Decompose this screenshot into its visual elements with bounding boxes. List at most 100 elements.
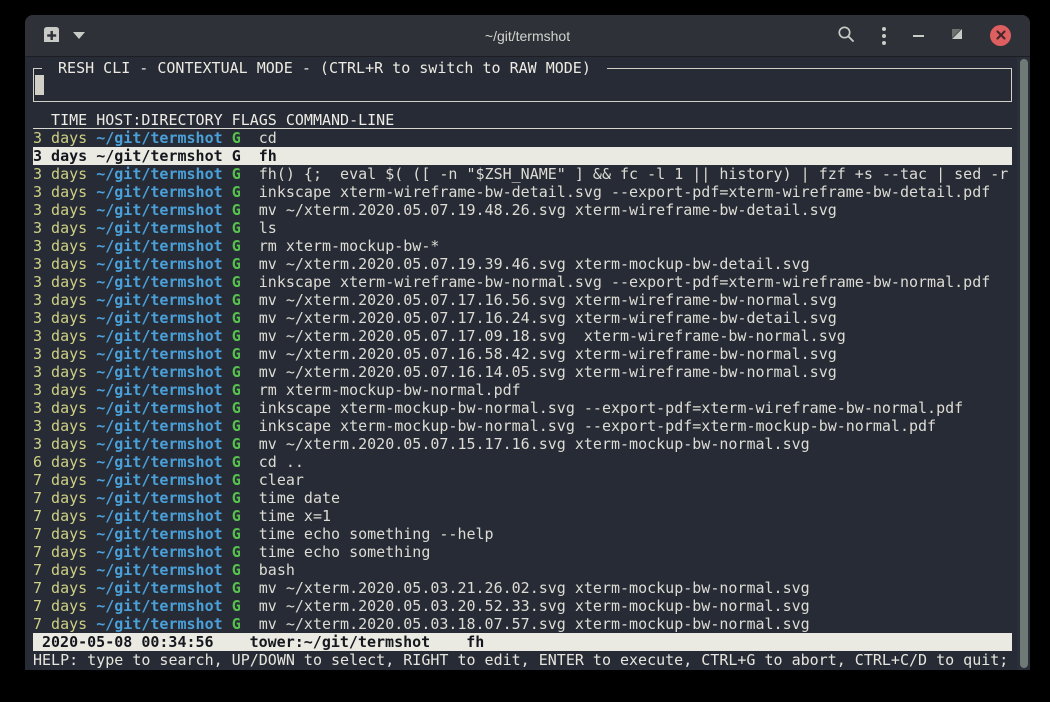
history-row: 3 days ~/git/termshot G rm xterm-mockup-… [33, 237, 1012, 255]
row-time: 3 days [33, 219, 87, 237]
row-directory: ~/git/termshot [96, 489, 222, 507]
close-x-icon [996, 28, 1006, 43]
row-time: 7 days [33, 543, 87, 561]
row-flags: G [232, 201, 241, 219]
row-command: ls [259, 219, 277, 237]
history-row: 7 days ~/git/termshot G mv ~/xterm.2020.… [33, 597, 1012, 615]
minimize-icon [913, 35, 924, 37]
row-flags: G [232, 165, 241, 183]
row-time: 3 days [33, 129, 87, 147]
restore-button[interactable] [951, 28, 963, 43]
row-flags: G [232, 363, 241, 381]
row-command: mv ~/xterm.2020.05.07.15.17.16.svg xterm… [259, 435, 810, 453]
history-row: 7 days ~/git/termshot G time x=1 [33, 507, 1012, 525]
row-time: 7 days [33, 615, 87, 633]
menu-button[interactable] [882, 27, 886, 45]
row-flags: G [232, 597, 241, 615]
row-command: fh [259, 147, 277, 165]
search-panel-title: RESH CLI - CONTEXTUAL MODE - (CTRL+R to … [42, 59, 607, 77]
history-row: 7 days ~/git/termshot G bash [33, 561, 1012, 579]
close-button[interactable] [990, 25, 1011, 46]
row-time: 3 days [33, 201, 87, 219]
row-flags: G [232, 237, 241, 255]
row-time: 3 days [33, 147, 87, 165]
row-directory: ~/git/termshot [96, 165, 222, 183]
row-flags: G [232, 615, 241, 633]
row-time: 7 days [33, 489, 87, 507]
row-command: clear [259, 471, 304, 489]
scrollbar-thumb[interactable] [1020, 59, 1028, 668]
chevron-down-icon [73, 32, 85, 39]
row-command: mv ~/xterm.2020.05.03.20.52.33.svg xterm… [259, 597, 810, 615]
row-directory: ~/git/termshot [96, 291, 222, 309]
row-directory: ~/git/termshot [96, 201, 222, 219]
row-flags: G [232, 255, 241, 273]
row-directory: ~/git/termshot [96, 129, 222, 147]
history-row: 3 days ~/git/termshot G fh() {; eval $( … [33, 165, 1012, 183]
row-command: inkscape xterm-wireframe-bw-detail.svg -… [259, 183, 991, 201]
row-time: 3 days [33, 183, 87, 201]
row-command: mv ~/xterm.2020.05.07.19.39.46.svg xterm… [259, 255, 810, 273]
row-time: 3 days [33, 417, 87, 435]
history-row: 3 days ~/git/termshot G ls [33, 219, 1012, 237]
row-time: 3 days [33, 273, 87, 291]
history-row: 7 days ~/git/termshot G time echo someth… [33, 543, 1012, 561]
row-time: 3 days [33, 255, 87, 273]
row-command: time date [259, 489, 340, 507]
minimize-button[interactable] [913, 35, 924, 37]
history-row: 3 days ~/git/termshot G inkscape xterm-w… [33, 183, 1012, 201]
row-command: cd [259, 129, 277, 147]
row-flags: G [232, 489, 241, 507]
row-flags: G [232, 129, 241, 147]
row-command: mv ~/xterm.2020.05.03.21.26.02.svg xterm… [259, 579, 810, 597]
row-command: cd .. [259, 453, 304, 471]
row-directory: ~/git/termshot [96, 471, 222, 489]
new-tab-dropdown-button[interactable] [73, 32, 85, 39]
history-row: 7 days ~/git/termshot G time echo someth… [33, 525, 1012, 543]
history-row: 3 days ~/git/termshot G mv ~/xterm.2020.… [33, 435, 1012, 453]
row-command: mv ~/xterm.2020.05.03.18.07.57.svg xterm… [259, 615, 810, 633]
history-row: 7 days ~/git/termshot G clear [33, 471, 1012, 489]
row-directory: ~/git/termshot [96, 381, 222, 399]
row-command: bash [259, 561, 295, 579]
new-tab-button[interactable] [42, 26, 61, 46]
history-row: 6 days ~/git/termshot G cd .. [33, 453, 1012, 471]
row-directory: ~/git/termshot [96, 543, 222, 561]
history-list: 3 days ~/git/termshot G cd3 days ~/git/t… [33, 129, 1012, 633]
titlebar[interactable]: ~/git/termshot [25, 15, 1030, 57]
row-directory: ~/git/termshot [96, 183, 222, 201]
help-bar: HELP: type to search, UP/DOWN to select,… [33, 651, 1012, 669]
row-flags: G [232, 219, 241, 237]
row-time: 3 days [33, 363, 87, 381]
row-command: mv ~/xterm.2020.05.07.17.09.18.svg xterm… [259, 327, 846, 345]
terminal-screen[interactable]: RESH CLI - CONTEXTUAL MODE - (CTRL+R to … [25, 57, 1030, 670]
search-button[interactable] [837, 25, 855, 46]
row-flags: G [232, 147, 241, 165]
history-row: 3 days ~/git/termshot G mv ~/xterm.2020.… [33, 327, 1012, 345]
history-row: 7 days ~/git/termshot G mv ~/xterm.2020.… [33, 615, 1012, 633]
kebab-menu-icon [882, 27, 886, 45]
row-command: inkscape xterm-mockup-bw-normal.svg --ex… [259, 417, 936, 435]
row-command: mv ~/xterm.2020.05.07.17.16.56.svg xterm… [259, 291, 837, 309]
row-flags: G [232, 435, 241, 453]
row-command: mv ~/xterm.2020.05.07.16.14.05.svg xterm… [259, 363, 837, 381]
row-directory: ~/git/termshot [96, 399, 222, 417]
row-directory: ~/git/termshot [96, 579, 222, 597]
history-row: 3 days ~/git/termshot G cd [33, 129, 1012, 147]
terminal-window: ~/git/termshot [25, 15, 1030, 670]
row-directory: ~/git/termshot [96, 147, 222, 165]
history-row: 3 days ~/git/termshot G rm xterm-mockup-… [33, 381, 1012, 399]
magnifier-icon [837, 25, 855, 46]
row-command: fh() {; eval $( ([ -n "$ZSH_NAME" ] && f… [259, 165, 1009, 183]
scrollbar[interactable] [1017, 57, 1030, 670]
row-directory: ~/git/termshot [96, 309, 222, 327]
titlebar-left-group [42, 26, 85, 46]
row-flags: G [232, 525, 241, 543]
row-command: mv ~/xterm.2020.05.07.19.48.26.svg xterm… [259, 201, 837, 219]
row-directory: ~/git/termshot [96, 237, 222, 255]
history-row: 3 days ~/git/termshot G mv ~/xterm.2020.… [33, 309, 1012, 327]
row-time: 7 days [33, 597, 87, 615]
status-command: fh [466, 633, 484, 651]
row-directory: ~/git/termshot [96, 417, 222, 435]
row-flags: G [232, 291, 241, 309]
